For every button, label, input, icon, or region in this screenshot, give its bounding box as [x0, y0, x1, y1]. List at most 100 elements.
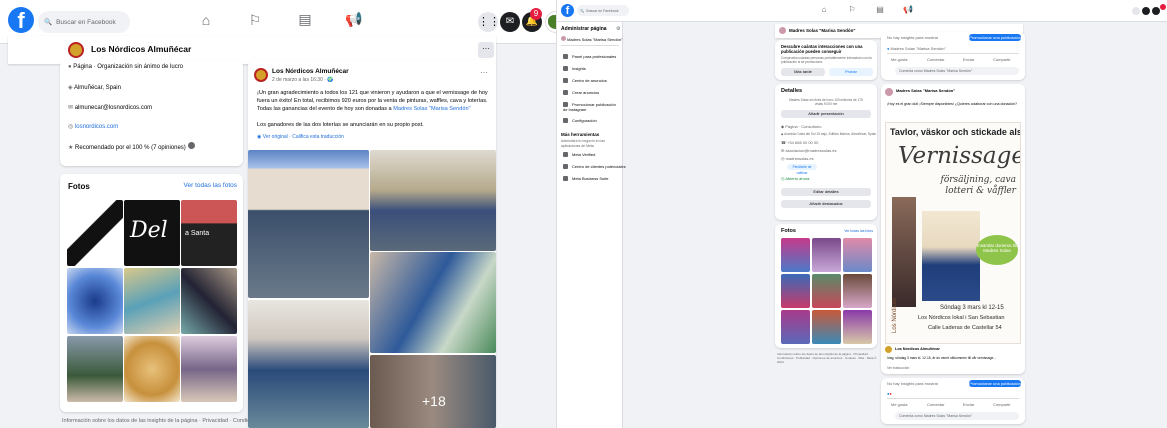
more-options-button[interactable]: ··· [478, 42, 494, 58]
share-action-2[interactable]: Compartir [993, 402, 1011, 407]
promote-post-button-2[interactable]: Promocionar una publicación [969, 380, 1021, 387]
photo-thumb-abstract[interactable] [181, 268, 237, 334]
sidebar-item-create-ads[interactable]: Crear anuncios [563, 90, 599, 96]
post-bottom-card: No hay insights para mostrar Promocionar… [881, 378, 1025, 424]
admin-page-switcher[interactable]: Madres Solas "Marisa Sendón" [561, 36, 622, 42]
post-more-icon[interactable]: ··· [480, 68, 488, 77]
comment-input-2[interactable]: Comenta como Madres Solas "Marisa Sendón… [895, 412, 1019, 420]
right-photo-5[interactable] [812, 274, 841, 308]
right-photo-1[interactable] [781, 238, 810, 272]
post-photo-2[interactable] [370, 150, 496, 251]
poster-easel-image [892, 197, 916, 307]
sidebar-item-leads-center[interactable]: Centro de clientes potenciales [563, 164, 626, 170]
photo-thumb-waffles[interactable] [124, 336, 180, 402]
home-icon[interactable]: ⌂ [197, 12, 215, 28]
share-action[interactable]: Compartir [993, 57, 1011, 62]
sidebar-item-instagram[interactable]: Promocionar publicación de Instagram [563, 102, 619, 112]
comment-input[interactable]: Comenta como Madres Solas "Marisa Sendón… [895, 67, 1019, 75]
try-button[interactable]: Probar [829, 68, 873, 76]
right-photo-9[interactable] [843, 310, 872, 344]
settings-gear-icon[interactable]: ⚙ [616, 26, 620, 32]
see-all-photos-link[interactable]: Ver todas las fotos [184, 182, 237, 189]
post-time[interactable]: 2 de marzo a las 16:30 · 🌍 [272, 77, 334, 83]
right-photo-6[interactable] [843, 274, 872, 308]
more-photos-overlay[interactable]: +18 [370, 355, 496, 428]
under-poster-avatar[interactable] [885, 346, 892, 353]
right-see-all-photos[interactable]: Ver todas las fotos [844, 229, 873, 233]
more-tools-title: Más herramientas [561, 132, 600, 137]
sidebar-item-settings[interactable]: Configuración [563, 118, 597, 124]
photo-thumb-del[interactable]: Del [124, 200, 180, 266]
photo-thumb-landscape[interactable] [67, 336, 123, 402]
comment-action[interactable]: Comentar [927, 57, 945, 62]
notifications-bell-icon[interactable] [1152, 7, 1160, 15]
right-photo-2[interactable] [812, 238, 841, 272]
like-action-2[interactable]: Me gusta [891, 402, 907, 407]
translation-link[interactable]: ◉ Ver original · Califica esta traducció… [257, 134, 344, 140]
photo-thumb-masks[interactable] [67, 200, 123, 266]
right-photo-4[interactable] [781, 274, 810, 308]
send-action-2[interactable]: Enviar [963, 402, 974, 407]
post-photo-4[interactable] [248, 300, 369, 428]
add-presentation-button[interactable]: Añadir presentación [781, 110, 871, 118]
facebook-logo-icon[interactable]: f [8, 7, 34, 33]
edit-details-button[interactable]: Editar detalles [781, 188, 871, 196]
ads-icon[interactable]: ▤ [875, 5, 885, 14]
like-action[interactable]: Me gusta [891, 57, 907, 62]
right-search-input[interactable]: 🔍 Buscar en Facebook [577, 5, 629, 16]
later-button[interactable]: Más tarde [781, 68, 825, 76]
add-featured-button[interactable]: Añadir destacados [781, 200, 871, 208]
sidebar-item-business-suite[interactable]: Meta Business Suite [563, 176, 608, 182]
shared-author-avatar[interactable] [885, 88, 893, 96]
messenger-icon[interactable]: ✉ [500, 12, 520, 32]
poster-subtitle: försäljning, cava lotteri & våffler [940, 175, 1016, 196]
right-photo-3[interactable] [843, 238, 872, 272]
facebook-logo-icon[interactable]: f [561, 4, 574, 17]
send-action[interactable]: Enviar [963, 57, 974, 62]
admin-page-name[interactable]: Madres Solas "Marisa Sendón" [567, 37, 622, 42]
admin-title: Administrar página [561, 26, 607, 32]
post-photo-1[interactable] [248, 150, 369, 298]
page-avatar[interactable] [68, 42, 84, 58]
sidebar-item-insights[interactable]: Insights [563, 66, 586, 72]
flag-icon[interactable]: ⚐ [847, 5, 857, 14]
see-translation-link[interactable]: Ver traducción [887, 366, 909, 370]
sidebar-item-meta-verified[interactable]: Meta Verified [563, 152, 595, 158]
messenger-icon[interactable] [1142, 7, 1150, 15]
menu-grid-icon[interactable] [1132, 7, 1140, 15]
post-author[interactable]: Los Nórdicos Almuñécar [272, 68, 349, 75]
megaphone-icon[interactable]: 📢 [903, 5, 913, 14]
home-icon[interactable]: ⌂ [819, 5, 829, 14]
sidebar-item-panel[interactable]: Panel para profesionales [563, 54, 616, 60]
cover-page-name[interactable]: Madres Solas "Marisa Sendón" [789, 28, 856, 33]
vernissage-poster[interactable]: Tavlor, väskor och stickade alster Verni… [885, 122, 1021, 344]
recommended-text[interactable]: Recomendado por el 100 % (7 opiniones) [75, 145, 186, 151]
sidebar-item-ad-center[interactable]: Centro de anuncios [563, 78, 607, 84]
translation-text[interactable]: Ver original · Califica esta traducción [263, 134, 344, 140]
search-input[interactable]: 🔍 Buscar en Facebook [38, 11, 130, 33]
cover-page-avatar[interactable] [779, 27, 786, 34]
ads-icon[interactable]: ▤ [296, 11, 314, 28]
rating-pending-button[interactable]: Pendiente de calificar [787, 164, 817, 175]
email-text[interactable]: almunecar@losnordicos.com [75, 105, 152, 111]
photo-thumb-town[interactable] [124, 268, 180, 334]
website-link[interactable]: losnordicos.com [75, 124, 118, 130]
flag-icon[interactable]: ⚐ [246, 12, 264, 29]
photo-thumb-santa[interactable]: a Santa [181, 200, 237, 266]
mail-icon: ✉ [68, 105, 75, 111]
photo-thumb-octopus[interactable] [67, 268, 123, 334]
megaphone-icon[interactable]: 📢 [345, 11, 363, 28]
right-photo-8[interactable] [812, 310, 841, 344]
under-poster-author[interactable]: Los Nórdicos Almuñécar [895, 347, 940, 351]
reach-text-2: No hay insights para mostrar [887, 381, 939, 386]
comment-action-2[interactable]: Comentar [927, 402, 945, 407]
page-name[interactable]: Los Nórdicos Almuñécar [91, 44, 191, 54]
shared-author-name[interactable]: Madres Solas "Marisa Sendón" [896, 88, 955, 93]
promote-post-button-1[interactable]: Promocionar una publicación [969, 34, 1021, 41]
right-photo-7[interactable] [781, 310, 810, 344]
menu-grid-icon[interactable]: ⋮⋮ [478, 12, 500, 32]
post-author-avatar[interactable] [254, 68, 268, 82]
post-mention-link[interactable]: Madres Solas "Marisa Sendón" [393, 106, 470, 112]
photo-thumb-people[interactable] [181, 336, 237, 402]
post-photo-3[interactable] [370, 252, 496, 353]
